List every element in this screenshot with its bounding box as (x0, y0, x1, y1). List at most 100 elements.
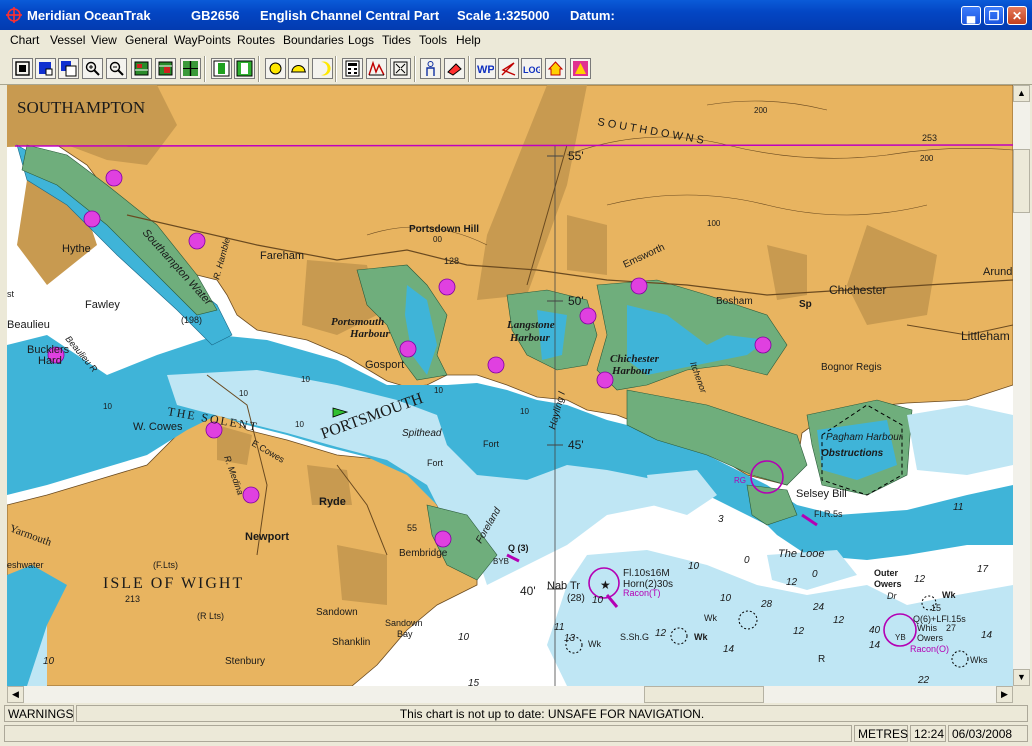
warning-message: This chart is not up to date: UNSAFE FOR… (76, 705, 1028, 722)
waypoint-button[interactable]: WP (475, 58, 496, 79)
chart-detail-icon (158, 61, 173, 76)
home-button[interactable] (545, 58, 566, 79)
light-label: Q (3) (508, 543, 529, 553)
vertical-scrollbar[interactable]: ▲ ▼ (1013, 85, 1030, 686)
height-label: 200 (754, 106, 768, 115)
chart-title: English Channel Central Part (260, 8, 440, 23)
fit-chart-button[interactable] (390, 58, 411, 79)
place-label: Obstructions (821, 448, 884, 459)
menu-help[interactable]: Help (456, 33, 481, 47)
horizontal-scrollbar[interactable]: ◀ ▶ (7, 686, 1013, 703)
scroll-left-button[interactable]: ◀ (7, 686, 24, 703)
man-overboard-button[interactable] (420, 58, 441, 79)
maximize-button[interactable]: ❐ (984, 6, 1004, 25)
depth-label: 14 (723, 644, 735, 655)
shallow-water (907, 405, 1013, 475)
window-overlap-button[interactable] (58, 58, 79, 79)
chart-view[interactable]: SOUTHAMPTON Hythe Fawley Beaulieu Buckle… (7, 85, 1013, 686)
light-label: (R Lts) (197, 611, 224, 621)
menu-routes[interactable]: Routes (237, 33, 275, 47)
minimize-icon: ▄ (966, 9, 976, 23)
scroll-down-button[interactable]: ▼ (1013, 669, 1030, 686)
light-label: (28) (567, 593, 585, 604)
wreck-label: Wk (942, 590, 956, 600)
toolbar-separator (468, 56, 470, 82)
place-label: The Looe (778, 548, 824, 560)
depth-label: 17 (977, 564, 989, 575)
height-label: 128 (444, 256, 459, 266)
tide-graph-button[interactable] (366, 58, 387, 79)
toolbar-separator (258, 56, 260, 82)
scroll-up-button[interactable]: ▲ (1013, 85, 1030, 102)
route-icon (501, 62, 516, 76)
vertical-scroll-thumb[interactable] (1013, 149, 1030, 213)
place-label: W. Cowes (133, 421, 183, 433)
menu-tools[interactable]: Tools (419, 33, 447, 47)
depth-label: 28 (760, 599, 773, 610)
place-label: Stenbury (225, 656, 265, 667)
arrow-down-icon: ▼ (1017, 672, 1026, 682)
depth-label: 15 (468, 678, 480, 686)
menu-tides[interactable]: Tides (382, 33, 411, 47)
units-display: METRES (854, 725, 908, 742)
place-label: Gosport (365, 359, 404, 371)
zoom-out-button[interactable] (106, 58, 127, 79)
menu-waypoints[interactable]: WayPoints (174, 33, 231, 47)
minimize-button[interactable]: ▄ (961, 6, 981, 25)
wreck-label: Wk (704, 613, 717, 623)
zoom-in-button[interactable] (82, 58, 103, 79)
menu-chart[interactable]: Chart (10, 33, 39, 47)
alarm-button[interactable] (570, 58, 591, 79)
depth-label: R (818, 654, 825, 665)
chart-overview-button[interactable] (131, 58, 152, 79)
light-label: Fl.R.5s (814, 509, 843, 519)
warnings-panel[interactable]: WARNINGS (4, 705, 74, 722)
depth-label: 10 (295, 420, 304, 429)
height-label: 55 (407, 523, 417, 533)
depth-label: (198) (181, 315, 202, 325)
place-label: Bembridge (399, 548, 448, 559)
chart-detail-button[interactable] (155, 58, 176, 79)
log-button[interactable]: LOG (521, 58, 542, 79)
menu-view[interactable]: View (91, 33, 117, 47)
depth-label: 24 (812, 602, 825, 613)
route-button[interactable] (498, 58, 519, 79)
nautical-chart[interactable]: SOUTHAMPTON Hythe Fawley Beaulieu Buckle… (7, 85, 1013, 686)
scroll-right-button[interactable]: ▶ (996, 686, 1013, 703)
sun-button[interactable] (265, 58, 286, 79)
moon-button[interactable] (312, 58, 333, 79)
zoom-out-icon (109, 61, 124, 76)
status-bar-bottom: METRES 12:24 06/03/2008 (0, 723, 1032, 746)
day-mode-button[interactable] (211, 58, 232, 79)
depth-label: 10 (458, 632, 470, 643)
menu-logs[interactable]: Logs (348, 33, 374, 47)
depth-label: 12 (786, 577, 798, 588)
place-label: Fort (427, 458, 444, 468)
depth-label: 11 (554, 622, 564, 633)
urban-area (567, 215, 607, 275)
menu-general[interactable]: General (125, 33, 168, 47)
dusk-mode-button[interactable] (234, 58, 255, 79)
home-icon (547, 61, 564, 76)
place-label: Littleham (961, 329, 1010, 343)
depth-label: 10 (301, 375, 310, 384)
sunset-button[interactable] (288, 58, 309, 79)
wreck-label: Wk (694, 632, 708, 642)
chart-select-button[interactable] (12, 58, 33, 79)
place-label: Langstone (506, 319, 555, 331)
menu-boundaries[interactable]: Boundaries (283, 33, 344, 47)
crosshair-button[interactable] (180, 58, 201, 79)
menu-vessel[interactable]: Vessel (50, 33, 85, 47)
light-label: Nab Tr (547, 580, 580, 592)
horizontal-scroll-thumb[interactable] (644, 686, 764, 703)
arrow-up-icon: ▲ (1017, 88, 1026, 98)
place-label: Hard (38, 355, 62, 367)
close-button[interactable]: ✕ (1007, 6, 1027, 25)
racon-label: Racon(O) (910, 644, 949, 654)
height-label: 100 (707, 219, 721, 228)
erase-button[interactable] (444, 58, 465, 79)
place-label: Fareham (260, 250, 304, 262)
light-label: Dr (887, 591, 897, 601)
zoom-window-button[interactable] (35, 58, 56, 79)
calculator-button[interactable] (342, 58, 363, 79)
